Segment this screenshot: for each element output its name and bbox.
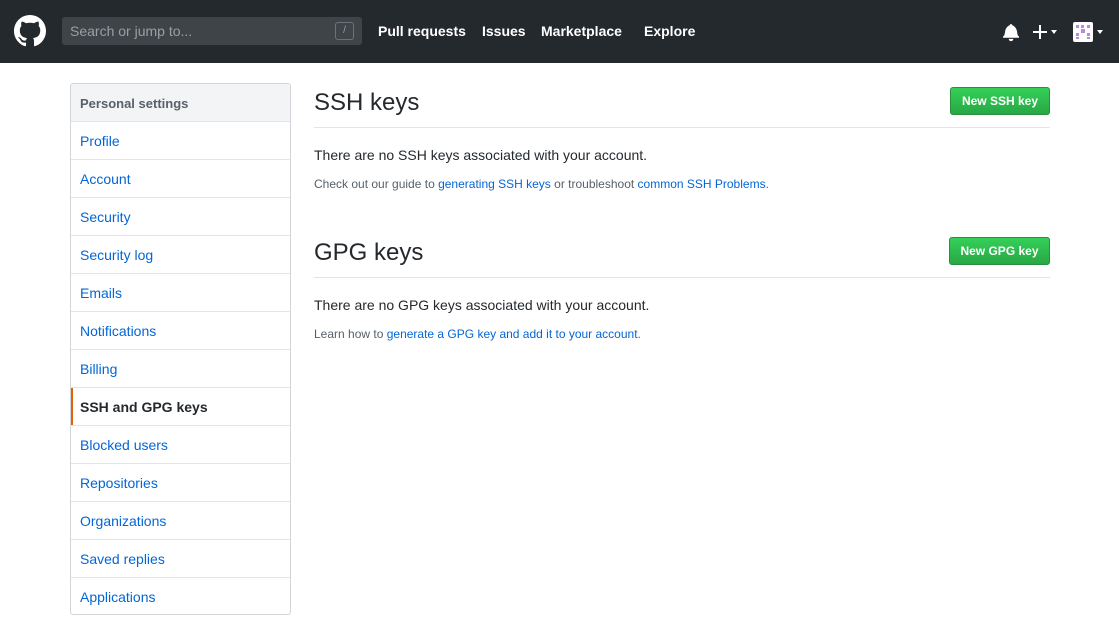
ssh-divider [314, 127, 1050, 128]
ssh-note-prefix: Check out our guide to [314, 177, 439, 191]
bell-icon[interactable] [1003, 22, 1019, 42]
plus-icon[interactable] [1033, 22, 1059, 42]
sidebar-title: Personal settings [71, 84, 290, 122]
avatar[interactable] [1073, 22, 1107, 42]
nav-explore[interactable]: Explore [644, 23, 695, 39]
sidebar-item-billing[interactable]: Billing [71, 350, 290, 388]
generate-gpg-key-link[interactable]: generate a GPG key and add it to your ac… [387, 327, 638, 341]
gpg-note-prefix: Learn how to [314, 327, 387, 341]
sidebar-item-applications[interactable]: Applications [71, 578, 290, 614]
ssh-empty-message: There are no SSH keys associated with yo… [314, 147, 648, 163]
nav-pull-requests[interactable]: Pull requests [378, 23, 466, 39]
new-gpg-key-button[interactable]: New GPG key [949, 237, 1050, 265]
settings-sidebar: Personal settings Profile Account Securi… [70, 83, 291, 615]
new-ssh-key-button[interactable]: New SSH key [950, 87, 1050, 115]
sidebar-item-ssh-gpg-keys[interactable]: SSH and GPG keys [71, 388, 290, 426]
generating-ssh-keys-link[interactable]: generating SSH keys [438, 177, 551, 191]
ssh-help-note: Check out our guide to generating SSH ke… [314, 177, 769, 191]
sidebar-item-security[interactable]: Security [71, 198, 290, 236]
gpg-keys-title: GPG keys [314, 239, 424, 266]
gpg-help-note: Learn how to generate a GPG key and add … [314, 327, 641, 341]
sidebar-item-security-log[interactable]: Security log [71, 236, 290, 274]
gpg-divider [314, 277, 1050, 278]
sidebar-item-repositories[interactable]: Repositories [71, 464, 290, 502]
ssh-note-suffix: . [765, 177, 769, 191]
sidebar-item-account[interactable]: Account [71, 160, 290, 198]
search-input[interactable]: Search or jump to... / [62, 17, 362, 45]
sidebar-item-organizations[interactable]: Organizations [71, 502, 290, 540]
ssh-note-middle: or troubleshoot [550, 177, 638, 191]
sidebar-item-notifications[interactable]: Notifications [71, 312, 290, 350]
sidebar-item-saved-replies[interactable]: Saved replies [71, 540, 290, 578]
gpg-empty-message: There are no GPG keys associated with yo… [314, 297, 650, 313]
github-logo-icon[interactable] [14, 15, 46, 47]
sidebar-item-profile[interactable]: Profile [71, 122, 290, 160]
nav-issues[interactable]: Issues [482, 23, 526, 39]
sidebar-item-emails[interactable]: Emails [71, 274, 290, 312]
sidebar-item-blocked-users[interactable]: Blocked users [71, 426, 290, 464]
ssh-keys-title: SSH keys [314, 89, 420, 116]
common-ssh-problems-link[interactable]: common SSH Problems [638, 177, 766, 191]
gpg-note-suffix: . [637, 327, 641, 341]
nav-marketplace[interactable]: Marketplace [541, 23, 622, 39]
search-shortcut-key: / [335, 22, 354, 40]
top-header: Search or jump to... / Pull requests Iss… [0, 0, 1119, 63]
search-placeholder: Search or jump to... [70, 23, 193, 39]
